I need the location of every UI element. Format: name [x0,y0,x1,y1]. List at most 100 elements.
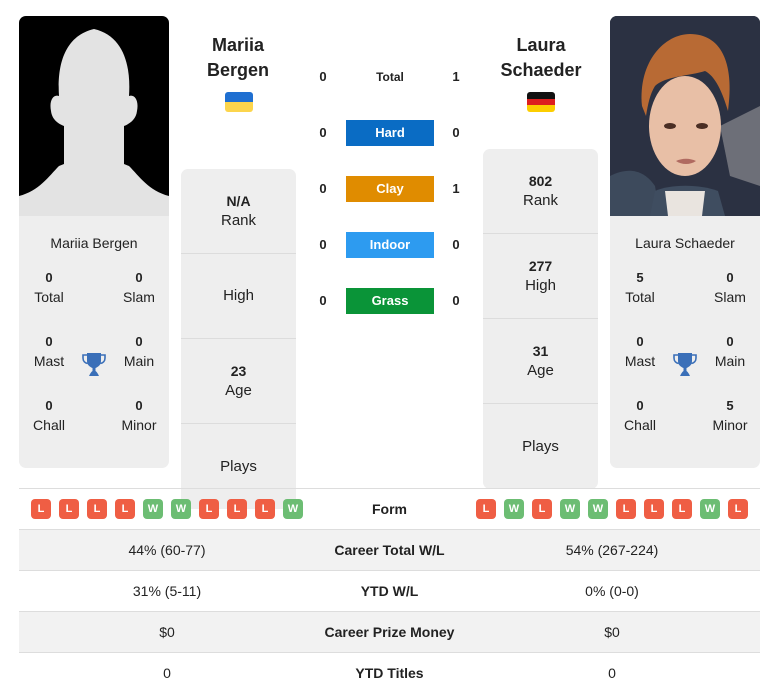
form-win-badge[interactable]: W [560,499,580,519]
surface-hard-badge[interactable]: Hard [346,120,434,146]
h2h-hard-row: 0 Hard 0 [310,120,470,146]
title-count: 0 [45,398,53,413]
title-count: 5 [726,398,734,413]
form-loss-badge[interactable]: L [728,499,748,519]
form-win-badge[interactable]: W [143,499,163,519]
form-win-badge[interactable]: W [588,499,608,519]
h2h-indoor-p2: 0 [452,237,460,252]
player2-ytd-wl: 0% (0-0) [585,583,639,599]
career-wl-label: Career Total W/L [334,542,445,558]
player2-career-wl: 54% (267-224) [565,542,659,558]
form-win-badge[interactable]: W [171,499,191,519]
form-loss-badge[interactable]: L [115,499,135,519]
player1-form: LLLLWWLLLW [19,499,315,519]
title-count: 0 [135,398,143,413]
player2-slam-titles: 0 Slam [695,269,760,307]
surface-indoor-badge[interactable]: Indoor [346,232,434,258]
surface-grass-badge[interactable]: Grass [346,288,434,314]
form-label: Form [372,501,407,517]
title-count: 5 [636,270,644,285]
high-label: High [525,277,556,294]
h2h-grass-row: 0 Grass 0 [310,288,470,314]
player1-chall-titles: 0 Chall [19,397,84,435]
player2-high: 277 High [483,234,598,319]
ytd-titles-row: 0 YTD Titles 0 [19,652,760,693]
high-value: 277 [528,258,553,274]
title-label: Minor [712,417,748,433]
prize-money-row: $0 Career Prize Money $0 [19,611,760,652]
player2-photo[interactable] [610,16,760,216]
germany-flag-icon [527,92,555,112]
player1-total-titles: 0 Total [19,269,84,307]
form-loss-badge[interactable]: L [476,499,496,519]
silhouette-icon [19,29,169,216]
trophy-icon [673,353,697,376]
age-label: Age [527,362,554,379]
form-loss-badge[interactable]: L [31,499,51,519]
form-loss-badge[interactable]: L [644,499,664,519]
player1-prize-money: $0 [159,624,175,640]
form-loss-badge[interactable]: L [227,499,247,519]
player1-first-name: Mariia [211,35,265,55]
ytd-wl-label: YTD W/L [360,583,419,599]
h2h-clay-row: 0 Clay 1 [310,176,470,202]
title-count: 0 [135,270,143,285]
player2-minor-titles: 5 Minor [695,397,760,435]
h2h-indoor-p1: 0 [319,237,327,252]
player2-rank-panel: 802 Rank 277 High 31 Age Plays [483,149,598,489]
h2h-hard-p2: 0 [452,125,460,140]
title-label: Total [625,289,655,305]
form-loss-badge[interactable]: L [672,499,692,519]
career-wl-row: 44% (60-77) Career Total W/L 54% (267-22… [19,529,760,570]
h2h-total-row: 0 Total 1 [310,64,470,90]
player1-name-header[interactable]: Mariia Bergen [173,33,303,83]
player2-full-name: Laura Schaeder [635,235,735,251]
form-loss-badge[interactable]: L [199,499,219,519]
ytd-wl-row: 31% (5-11) YTD W/L 0% (0-0) [19,570,760,611]
player1-photo [19,16,169,216]
player2-total-titles: 5 Total [610,269,675,307]
player2-prize-money: $0 [604,624,620,640]
rank-value: 802 [528,173,553,189]
h2h-grass-p1: 0 [319,293,327,308]
title-label: Minor [121,417,157,433]
player-photo-icon [610,16,760,216]
player1-last-name: Bergen [206,60,269,80]
title-label: Main [123,353,155,369]
h2h-clay-p1: 0 [319,181,327,196]
trophy-icon [82,353,106,376]
player1-full-name: Mariia Bergen [50,235,138,251]
title-label: Total [34,289,64,305]
player2-age: 31 Age [483,319,598,404]
player1-ytd-titles: 0 [163,665,171,681]
player1-card: Mariia Bergen 0 Total 0 Slam 0 Mast 0 Ma… [19,16,169,468]
form-loss-badge[interactable]: L [59,499,79,519]
player2-main-titles: 0 Main [695,333,760,371]
form-loss-badge[interactable]: L [255,499,275,519]
form-win-badge[interactable]: W [504,499,524,519]
title-label: Slam [123,289,155,305]
plays-label: Plays [522,437,559,455]
player2-card: Laura Schaeder 5 Total 0 Slam 0 Mast 0 M… [610,16,760,468]
form-loss-badge[interactable]: L [616,499,636,519]
title-count: 0 [45,270,53,285]
surface-clay-badge[interactable]: Clay [346,176,434,202]
form-win-badge[interactable]: W [700,499,720,519]
h2h-total-p2: 1 [452,69,460,84]
title-count: 0 [726,334,734,349]
player2-name-header[interactable]: Laura Schaeder [476,33,606,83]
title-count: 0 [726,270,734,285]
player1-career-wl: 44% (60-77) [128,542,206,558]
ukraine-flag-icon [225,92,253,112]
player1-rank-panel: N/A Rank High 23 Age Plays [181,169,296,509]
form-win-badge[interactable]: W [283,499,303,519]
form-loss-badge[interactable]: L [87,499,107,519]
title-label: Mast [624,353,656,369]
form-loss-badge[interactable]: L [532,499,552,519]
title-label: Chall [33,417,65,433]
h2h-indoor-row: 0 Indoor 0 [310,232,470,258]
h2h-total-p1: 0 [319,69,327,84]
player2-form: LWLWWLLLWL [464,499,760,519]
h2h-total-label: Total [376,70,404,84]
age-value: 23 [230,363,247,379]
